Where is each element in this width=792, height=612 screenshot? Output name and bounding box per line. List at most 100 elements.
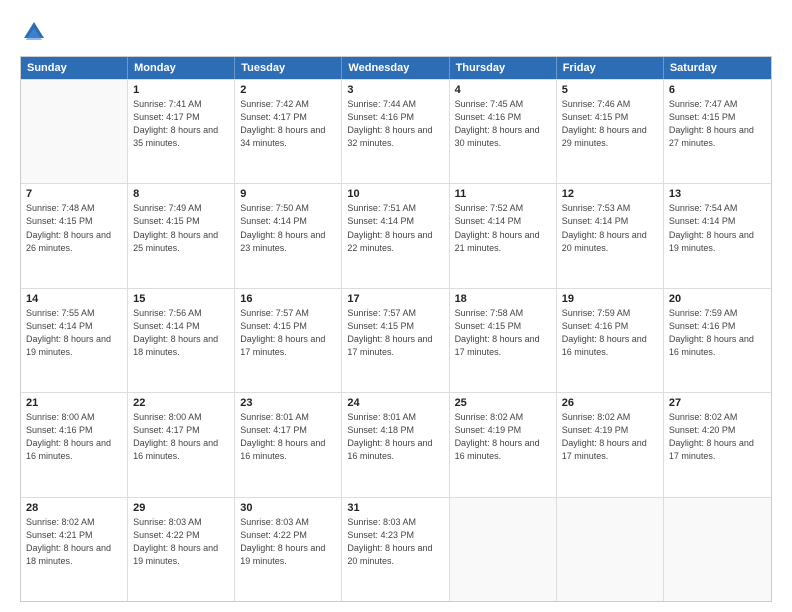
day-cell-9: 9Sunrise: 7:50 AM Sunset: 4:14 PM Daylig…	[235, 184, 342, 287]
day-info: Sunrise: 7:57 AM Sunset: 4:15 PM Dayligh…	[347, 307, 443, 359]
day-info: Sunrise: 7:59 AM Sunset: 4:16 PM Dayligh…	[669, 307, 766, 359]
day-cell-12: 12Sunrise: 7:53 AM Sunset: 4:14 PM Dayli…	[557, 184, 664, 287]
week-row-3: 14 Sunrise: 7:55 AM Sunset: 4:14 PM Dayli…	[21, 288, 771, 392]
header-day-friday: Friday	[557, 57, 664, 79]
day-info: Sunrise: 7:48 AM Sunset: 4:15 PM Dayligh…	[26, 202, 122, 254]
day-cell-10: 10 Sunrise: 7:51 AM Sunset: 4:14 PM Dayli…	[342, 184, 449, 287]
logo-icon	[20, 18, 48, 46]
header-day-wednesday: Wednesday	[342, 57, 449, 79]
day-cell-5: 5 Sunrise: 7:46 AM Sunset: 4:15 PM Daylig…	[557, 80, 664, 183]
day-info: Sunrise: 8:01 AM Sunset: 4:18 PM Dayligh…	[347, 411, 443, 463]
day-info: Sunrise: 8:01 AM Sunset: 4:17 PM Dayligh…	[240, 411, 336, 463]
day-cell-3: 3Sunrise: 7:44 AM Sunset: 4:16 PM Daylig…	[342, 80, 449, 183]
day-info: Sunrise: 8:00 AM Sunset: 4:16 PM Dayligh…	[26, 411, 122, 463]
empty-cell	[21, 80, 128, 183]
logo	[20, 18, 50, 46]
day-info: Sunrise: 7:45 AM Sunset: 4:16 PM Dayligh…	[455, 98, 551, 150]
day-number: 6	[669, 84, 766, 96]
empty-cell	[557, 498, 664, 601]
day-number: 25	[455, 397, 551, 409]
day-cell-8: 8 Sunrise: 7:49 AM Sunset: 4:15 PM Daylig…	[128, 184, 235, 287]
day-cell-17: 17 Sunrise: 7:57 AM Sunset: 4:15 PM Dayli…	[342, 289, 449, 392]
day-cell-14: 14 Sunrise: 7:55 AM Sunset: 4:14 PM Dayli…	[21, 289, 128, 392]
day-info: Sunrise: 8:02 AM Sunset: 4:20 PM Dayligh…	[669, 411, 766, 463]
day-cell-24: 24 Sunrise: 8:01 AM Sunset: 4:18 PM Dayli…	[342, 393, 449, 496]
calendar: SundayMondayTuesdayWednesdayThursdayFrid…	[20, 56, 772, 602]
day-number: 21	[26, 397, 122, 409]
day-number: 2	[240, 84, 336, 96]
day-cell-26: 26 Sunrise: 8:02 AM Sunset: 4:19 PM Dayli…	[557, 393, 664, 496]
page: SundayMondayTuesdayWednesdayThursdayFrid…	[0, 0, 792, 612]
day-number: 5	[562, 84, 658, 96]
day-info: Sunrise: 8:03 AM Sunset: 4:23 PM Dayligh…	[347, 516, 443, 568]
day-number: 26	[562, 397, 658, 409]
week-row-2: 7 Sunrise: 7:48 AM Sunset: 4:15 PM Daylig…	[21, 183, 771, 287]
header	[20, 18, 772, 46]
day-cell-27: 27 Sunrise: 8:02 AM Sunset: 4:20 PM Dayli…	[664, 393, 771, 496]
day-info: Sunrise: 7:41 AM Sunset: 4:17 PM Dayligh…	[133, 98, 229, 150]
day-info: Sunrise: 7:49 AM Sunset: 4:15 PM Dayligh…	[133, 202, 229, 254]
day-info: Sunrise: 8:03 AM Sunset: 4:22 PM Dayligh…	[240, 516, 336, 568]
day-number: 11	[455, 188, 551, 200]
day-info: Sunrise: 7:58 AM Sunset: 4:15 PM Dayligh…	[455, 307, 551, 359]
day-cell-1: 1Sunrise: 7:41 AM Sunset: 4:17 PM Daylig…	[128, 80, 235, 183]
day-number: 24	[347, 397, 443, 409]
day-number: 17	[347, 293, 443, 305]
day-number: 27	[669, 397, 766, 409]
day-cell-15: 15 Sunrise: 7:56 AM Sunset: 4:14 PM Dayli…	[128, 289, 235, 392]
day-number: 23	[240, 397, 336, 409]
header-day-monday: Monday	[128, 57, 235, 79]
day-info: Sunrise: 7:57 AM Sunset: 4:15 PM Dayligh…	[240, 307, 336, 359]
week-row-4: 21 Sunrise: 8:00 AM Sunset: 4:16 PM Dayli…	[21, 392, 771, 496]
day-number: 15	[133, 293, 229, 305]
day-number: 28	[26, 502, 122, 514]
day-cell-18: 18 Sunrise: 7:58 AM Sunset: 4:15 PM Dayli…	[450, 289, 557, 392]
day-cell-31: 31 Sunrise: 8:03 AM Sunset: 4:23 PM Dayli…	[342, 498, 449, 601]
day-info: Sunrise: 8:03 AM Sunset: 4:22 PM Dayligh…	[133, 516, 229, 568]
day-cell-23: 23 Sunrise: 8:01 AM Sunset: 4:17 PM Dayli…	[235, 393, 342, 496]
day-info: Sunrise: 7:55 AM Sunset: 4:14 PM Dayligh…	[26, 307, 122, 359]
day-info: Sunrise: 7:54 AM Sunset: 4:14 PM Dayligh…	[669, 202, 766, 254]
calendar-header: SundayMondayTuesdayWednesdayThursdayFrid…	[21, 57, 771, 79]
day-cell-11: 11 Sunrise: 7:52 AM Sunset: 4:14 PM Dayli…	[450, 184, 557, 287]
day-number: 7	[26, 188, 122, 200]
day-info: Sunrise: 7:51 AM Sunset: 4:14 PM Dayligh…	[347, 202, 443, 254]
day-number: 16	[240, 293, 336, 305]
day-cell-4: 4Sunrise: 7:45 AM Sunset: 4:16 PM Daylig…	[450, 80, 557, 183]
day-info: Sunrise: 7:56 AM Sunset: 4:14 PM Dayligh…	[133, 307, 229, 359]
day-info: Sunrise: 7:42 AM Sunset: 4:17 PM Dayligh…	[240, 98, 336, 150]
day-info: Sunrise: 7:52 AM Sunset: 4:14 PM Dayligh…	[455, 202, 551, 254]
header-day-thursday: Thursday	[450, 57, 557, 79]
day-number: 9	[240, 188, 336, 200]
day-cell-6: 6 Sunrise: 7:47 AM Sunset: 4:15 PM Daylig…	[664, 80, 771, 183]
day-number: 19	[562, 293, 658, 305]
day-info: Sunrise: 8:00 AM Sunset: 4:17 PM Dayligh…	[133, 411, 229, 463]
day-cell-21: 21 Sunrise: 8:00 AM Sunset: 4:16 PM Dayli…	[21, 393, 128, 496]
day-cell-19: 19 Sunrise: 7:59 AM Sunset: 4:16 PM Dayli…	[557, 289, 664, 392]
day-number: 14	[26, 293, 122, 305]
day-info: Sunrise: 7:59 AM Sunset: 4:16 PM Dayligh…	[562, 307, 658, 359]
calendar-body: 1Sunrise: 7:41 AM Sunset: 4:17 PM Daylig…	[21, 79, 771, 601]
day-cell-29: 29Sunrise: 8:03 AM Sunset: 4:22 PM Dayli…	[128, 498, 235, 601]
day-number: 13	[669, 188, 766, 200]
header-day-tuesday: Tuesday	[235, 57, 342, 79]
empty-cell	[664, 498, 771, 601]
day-info: Sunrise: 8:02 AM Sunset: 4:21 PM Dayligh…	[26, 516, 122, 568]
day-info: Sunrise: 7:53 AM Sunset: 4:14 PM Dayligh…	[562, 202, 658, 254]
empty-cell	[450, 498, 557, 601]
day-number: 10	[347, 188, 443, 200]
day-cell-16: 16 Sunrise: 7:57 AM Sunset: 4:15 PM Dayli…	[235, 289, 342, 392]
day-info: Sunrise: 7:44 AM Sunset: 4:16 PM Dayligh…	[347, 98, 443, 150]
day-info: Sunrise: 8:02 AM Sunset: 4:19 PM Dayligh…	[562, 411, 658, 463]
header-day-sunday: Sunday	[21, 57, 128, 79]
day-number: 22	[133, 397, 229, 409]
header-day-saturday: Saturday	[664, 57, 771, 79]
day-info: Sunrise: 7:46 AM Sunset: 4:15 PM Dayligh…	[562, 98, 658, 150]
day-number: 31	[347, 502, 443, 514]
day-number: 18	[455, 293, 551, 305]
day-info: Sunrise: 7:47 AM Sunset: 4:15 PM Dayligh…	[669, 98, 766, 150]
day-cell-2: 2 Sunrise: 7:42 AM Sunset: 4:17 PM Daylig…	[235, 80, 342, 183]
day-cell-7: 7 Sunrise: 7:48 AM Sunset: 4:15 PM Daylig…	[21, 184, 128, 287]
day-number: 8	[133, 188, 229, 200]
week-row-1: 1Sunrise: 7:41 AM Sunset: 4:17 PM Daylig…	[21, 79, 771, 183]
